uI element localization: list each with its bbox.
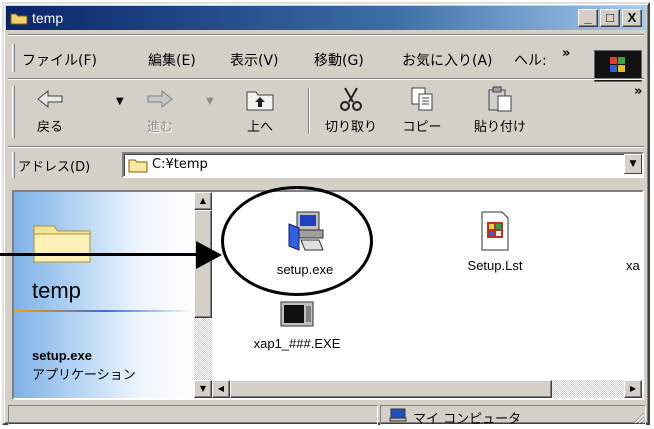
selected-file-name: setup.exe xyxy=(32,348,92,363)
address-value[interactable]: C:¥temp xyxy=(152,157,208,172)
toolbar-separator xyxy=(8,78,644,80)
menu-help[interactable]: ヘル: xyxy=(514,50,547,70)
cut-button[interactable]: 切り取り xyxy=(316,82,386,142)
file-xa[interactable]: xa xyxy=(626,252,642,273)
file-name: Setup.Lst xyxy=(467,258,523,273)
menu-edit[interactable]: 編集(E) xyxy=(148,50,196,70)
address-dropdown-button[interactable]: ▼ xyxy=(624,154,642,174)
paste-icon xyxy=(488,86,512,112)
copy-label: コピー xyxy=(402,120,442,135)
menu-overflow-chevron[interactable]: » xyxy=(562,46,570,61)
folder-icon xyxy=(128,159,148,173)
address-label: アドレス(D) xyxy=(18,160,91,175)
annotation-arrow-line xyxy=(0,253,200,256)
file-name: xap1_###.EXE xyxy=(253,336,341,351)
forward-arrow-icon xyxy=(147,89,173,109)
status-panel-zone: マイ コンピュータ xyxy=(380,405,646,427)
minimize-button[interactable]: _ xyxy=(578,9,598,27)
selected-file-type: アプリケーション xyxy=(32,368,136,383)
forward-dropdown-icon[interactable]: ▼ xyxy=(206,96,214,107)
scroll-right-button[interactable]: ▶ xyxy=(624,380,642,398)
status-bar: マイ コンピュータ xyxy=(8,404,648,427)
paste-label: 貼り付け xyxy=(473,120,526,135)
menu-file[interactable]: ファイル(F) xyxy=(22,50,97,70)
menu-view[interactable]: 表示(V) xyxy=(230,50,279,70)
my-computer-icon xyxy=(389,408,407,422)
back-arrow-icon xyxy=(37,89,63,109)
annotation-highlight-circle xyxy=(221,186,373,296)
forward-label: 進む xyxy=(146,120,173,135)
window-title: temp xyxy=(32,10,64,26)
close-button[interactable]: X xyxy=(622,9,642,27)
status-location: マイ コンピュータ xyxy=(413,412,522,427)
vertical-scrollbar[interactable]: ▲ ▼ xyxy=(194,192,212,398)
copy-button[interactable]: コピー xyxy=(390,82,454,142)
up-folder-icon xyxy=(246,91,274,111)
scissors-icon xyxy=(340,87,362,111)
menu-grip[interactable] xyxy=(12,44,15,72)
address-input[interactable]: C:¥temp ▼ xyxy=(122,152,644,178)
back-label: 戻る xyxy=(36,120,63,135)
file-xap1-exe[interactable]: xap1_###.EXE xyxy=(242,300,352,351)
address-bar: アドレス(D) C:¥temp ▼ xyxy=(8,150,648,180)
large-folder-icon xyxy=(33,225,91,263)
folder-title: temp xyxy=(32,278,81,303)
web-view-pane: temp setup.exe アプリケーション xyxy=(14,192,194,398)
menu-separator xyxy=(8,34,644,36)
dos-executable-icon xyxy=(280,301,314,327)
standard-toolbar: 戻る ▼ 進む ▼ 上へ 切り取り コピー 貼り付け » xyxy=(8,82,648,144)
annotation-arrow-head xyxy=(196,241,222,269)
up-button[interactable]: 上へ xyxy=(220,82,300,142)
scroll-up-button[interactable]: ▲ xyxy=(194,192,212,210)
menu-favorites[interactable]: お気に入り(A) xyxy=(402,50,493,70)
back-dropdown-icon[interactable]: ▼ xyxy=(116,96,124,107)
scroll-left-button[interactable]: ◀ xyxy=(212,380,230,398)
paste-button[interactable]: 貼り付け xyxy=(460,82,540,142)
copy-icon xyxy=(411,87,433,111)
file-name: xa xyxy=(626,258,640,273)
toolbar-grip[interactable] xyxy=(12,86,15,138)
scroll-down-button[interactable]: ▼ xyxy=(194,380,212,398)
address-separator xyxy=(8,146,644,148)
pane-divider-line xyxy=(14,310,194,312)
menu-go[interactable]: 移動(G) xyxy=(314,50,364,70)
horizontal-scroll-thumb[interactable] xyxy=(230,380,552,398)
address-grip[interactable] xyxy=(12,152,15,178)
status-panel-main xyxy=(8,405,378,425)
horizontal-scrollbar[interactable]: ◀ ▶ xyxy=(212,380,642,398)
title-bar[interactable]: temp _ □ X xyxy=(6,6,646,30)
toolbar-overflow-chevron[interactable]: » xyxy=(634,84,642,99)
maximize-button[interactable]: □ xyxy=(600,9,620,27)
cut-label: 切り取り xyxy=(324,120,377,135)
resize-grip-icon[interactable] xyxy=(631,410,645,424)
folder-icon xyxy=(10,13,28,25)
menu-bar: ファイル(F) 編集(E) 表示(V) 移動(G) お気に入り(A) ヘル: » xyxy=(8,42,582,74)
windows-flag-icon xyxy=(610,57,625,72)
forward-button[interactable]: 進む xyxy=(130,82,190,142)
back-button[interactable]: 戻る xyxy=(20,82,80,142)
toolbar-divider xyxy=(308,88,310,134)
file-setup-lst[interactable]: Setup.Lst xyxy=(450,210,540,273)
setup-list-icon xyxy=(481,211,509,251)
up-label: 上へ xyxy=(246,120,273,135)
